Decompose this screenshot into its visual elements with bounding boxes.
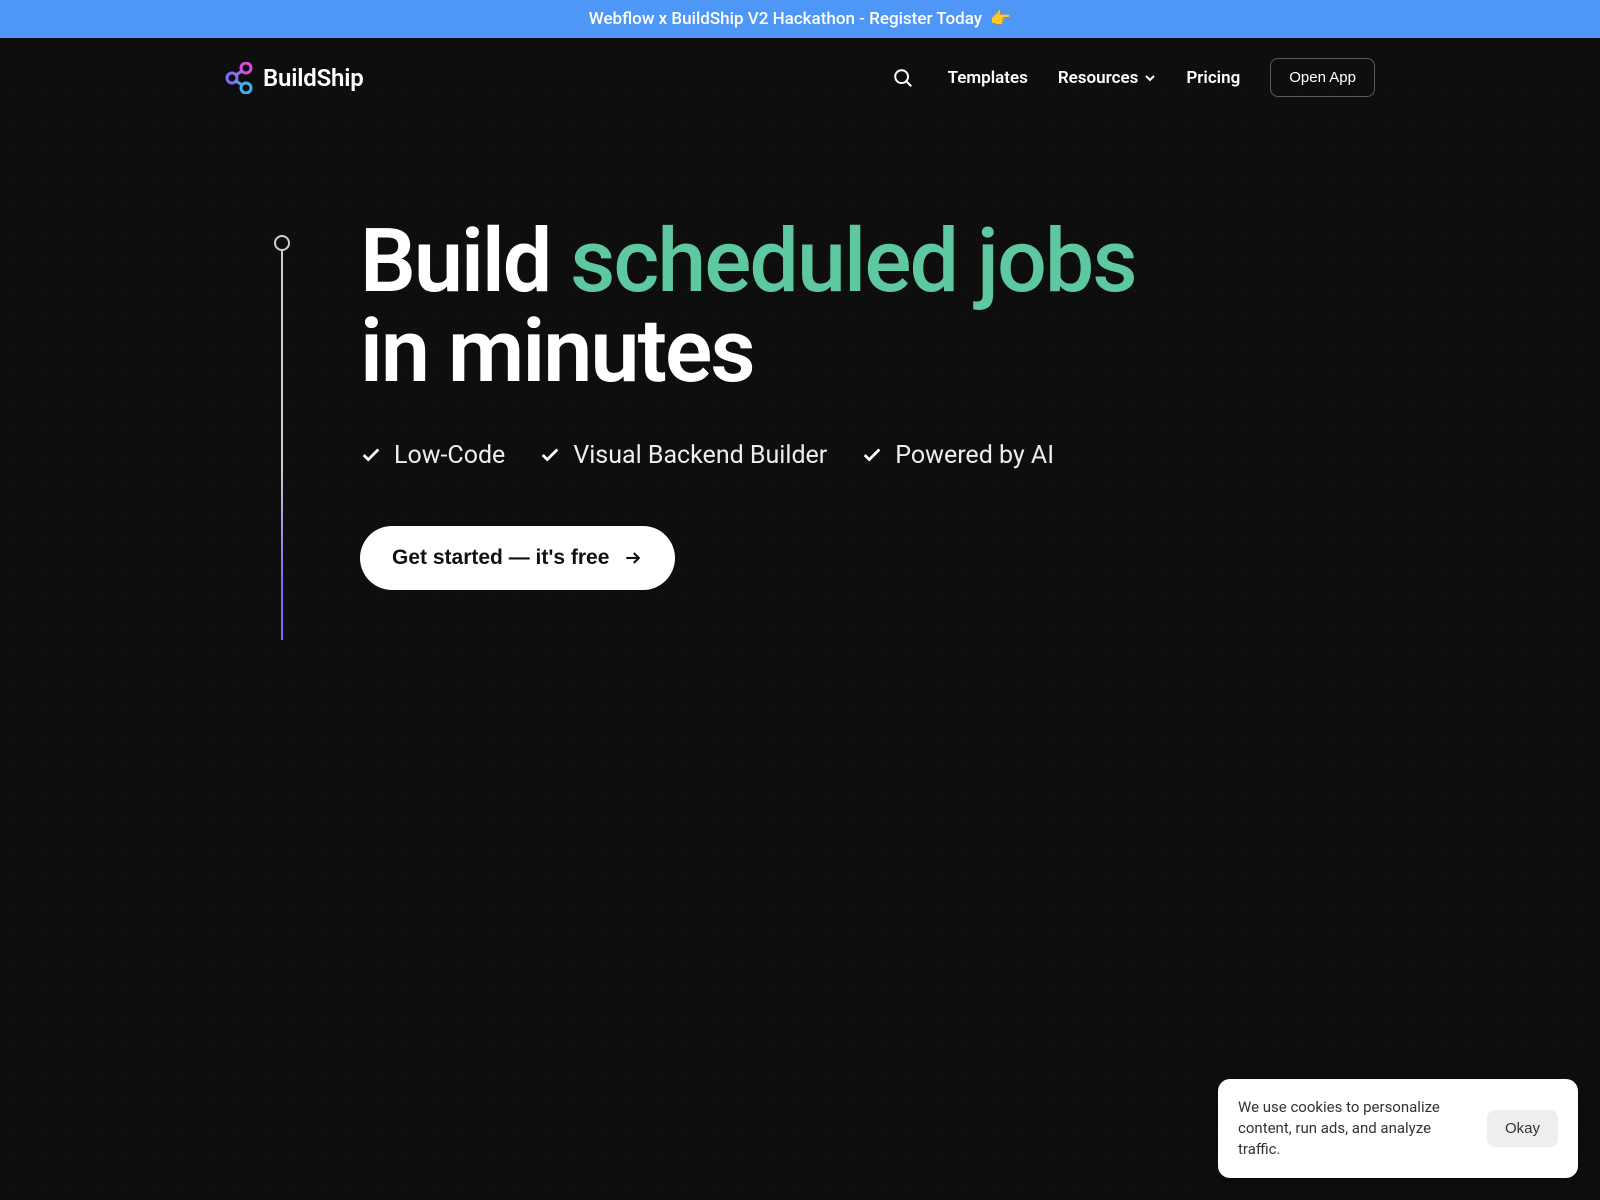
hero-title-suffix: in minutes bbox=[360, 307, 1600, 397]
check-icon bbox=[861, 444, 883, 466]
cookie-banner: We use cookies to personalize content, r… bbox=[1218, 1079, 1578, 1178]
timeline-line bbox=[281, 250, 283, 640]
logo-icon bbox=[225, 62, 253, 94]
feature-item: Low-Code bbox=[360, 441, 505, 470]
feature-label: Visual Backend Builder bbox=[573, 441, 827, 470]
cookie-text: We use cookies to personalize content, r… bbox=[1238, 1097, 1463, 1160]
nav-templates-label: Templates bbox=[948, 68, 1028, 88]
hero-section: Build scheduled jobs in minutes Low-Code… bbox=[0, 117, 1600, 590]
hero-feature-list: Low-Code Visual Backend Builder Powered … bbox=[360, 441, 1600, 470]
hero-title-prefix: Build bbox=[360, 210, 550, 313]
feature-item: Visual Backend Builder bbox=[539, 441, 827, 470]
pointing-hand-icon: 👉 bbox=[990, 9, 1011, 29]
main-nav: Templates Resources Pricing Open App bbox=[888, 58, 1375, 97]
nav-pricing[interactable]: Pricing bbox=[1186, 68, 1240, 88]
feature-item: Powered by AI bbox=[861, 441, 1054, 470]
timeline-decoration bbox=[281, 235, 297, 640]
open-app-label: Open App bbox=[1289, 69, 1356, 86]
feature-label: Powered by AI bbox=[895, 441, 1054, 470]
search-icon bbox=[892, 67, 914, 89]
logo-text: BuildShip bbox=[263, 64, 364, 92]
nav-resources[interactable]: Resources bbox=[1058, 68, 1157, 88]
search-button[interactable] bbox=[888, 63, 918, 93]
site-header: BuildShip Templates Resources Pricing Op… bbox=[0, 38, 1600, 117]
arrow-right-icon bbox=[623, 548, 643, 568]
announcement-banner[interactable]: Webflow x BuildShip V2 Hackathon - Regis… bbox=[0, 0, 1600, 38]
check-icon bbox=[539, 444, 561, 466]
open-app-button[interactable]: Open App bbox=[1270, 58, 1375, 97]
check-icon bbox=[360, 444, 382, 466]
get-started-button[interactable]: Get started — it's free bbox=[360, 526, 675, 590]
timeline-dot-icon bbox=[274, 235, 290, 251]
chevron-down-icon bbox=[1144, 72, 1156, 84]
announcement-text: Webflow x BuildShip V2 Hackathon - Regis… bbox=[589, 9, 982, 29]
feature-label: Low-Code bbox=[394, 441, 505, 470]
cookie-ok-label: Okay bbox=[1505, 1120, 1540, 1137]
nav-resources-label: Resources bbox=[1058, 68, 1139, 88]
logo[interactable]: BuildShip bbox=[225, 62, 364, 94]
cookie-accept-button[interactable]: Okay bbox=[1487, 1110, 1558, 1147]
hero-headline: Build scheduled jobs in minutes bbox=[360, 217, 1600, 397]
cta-label: Get started — it's free bbox=[392, 546, 609, 570]
nav-templates[interactable]: Templates bbox=[948, 68, 1028, 88]
hero-title-accent: scheduled jobs bbox=[570, 210, 1136, 313]
nav-pricing-label: Pricing bbox=[1186, 68, 1240, 88]
